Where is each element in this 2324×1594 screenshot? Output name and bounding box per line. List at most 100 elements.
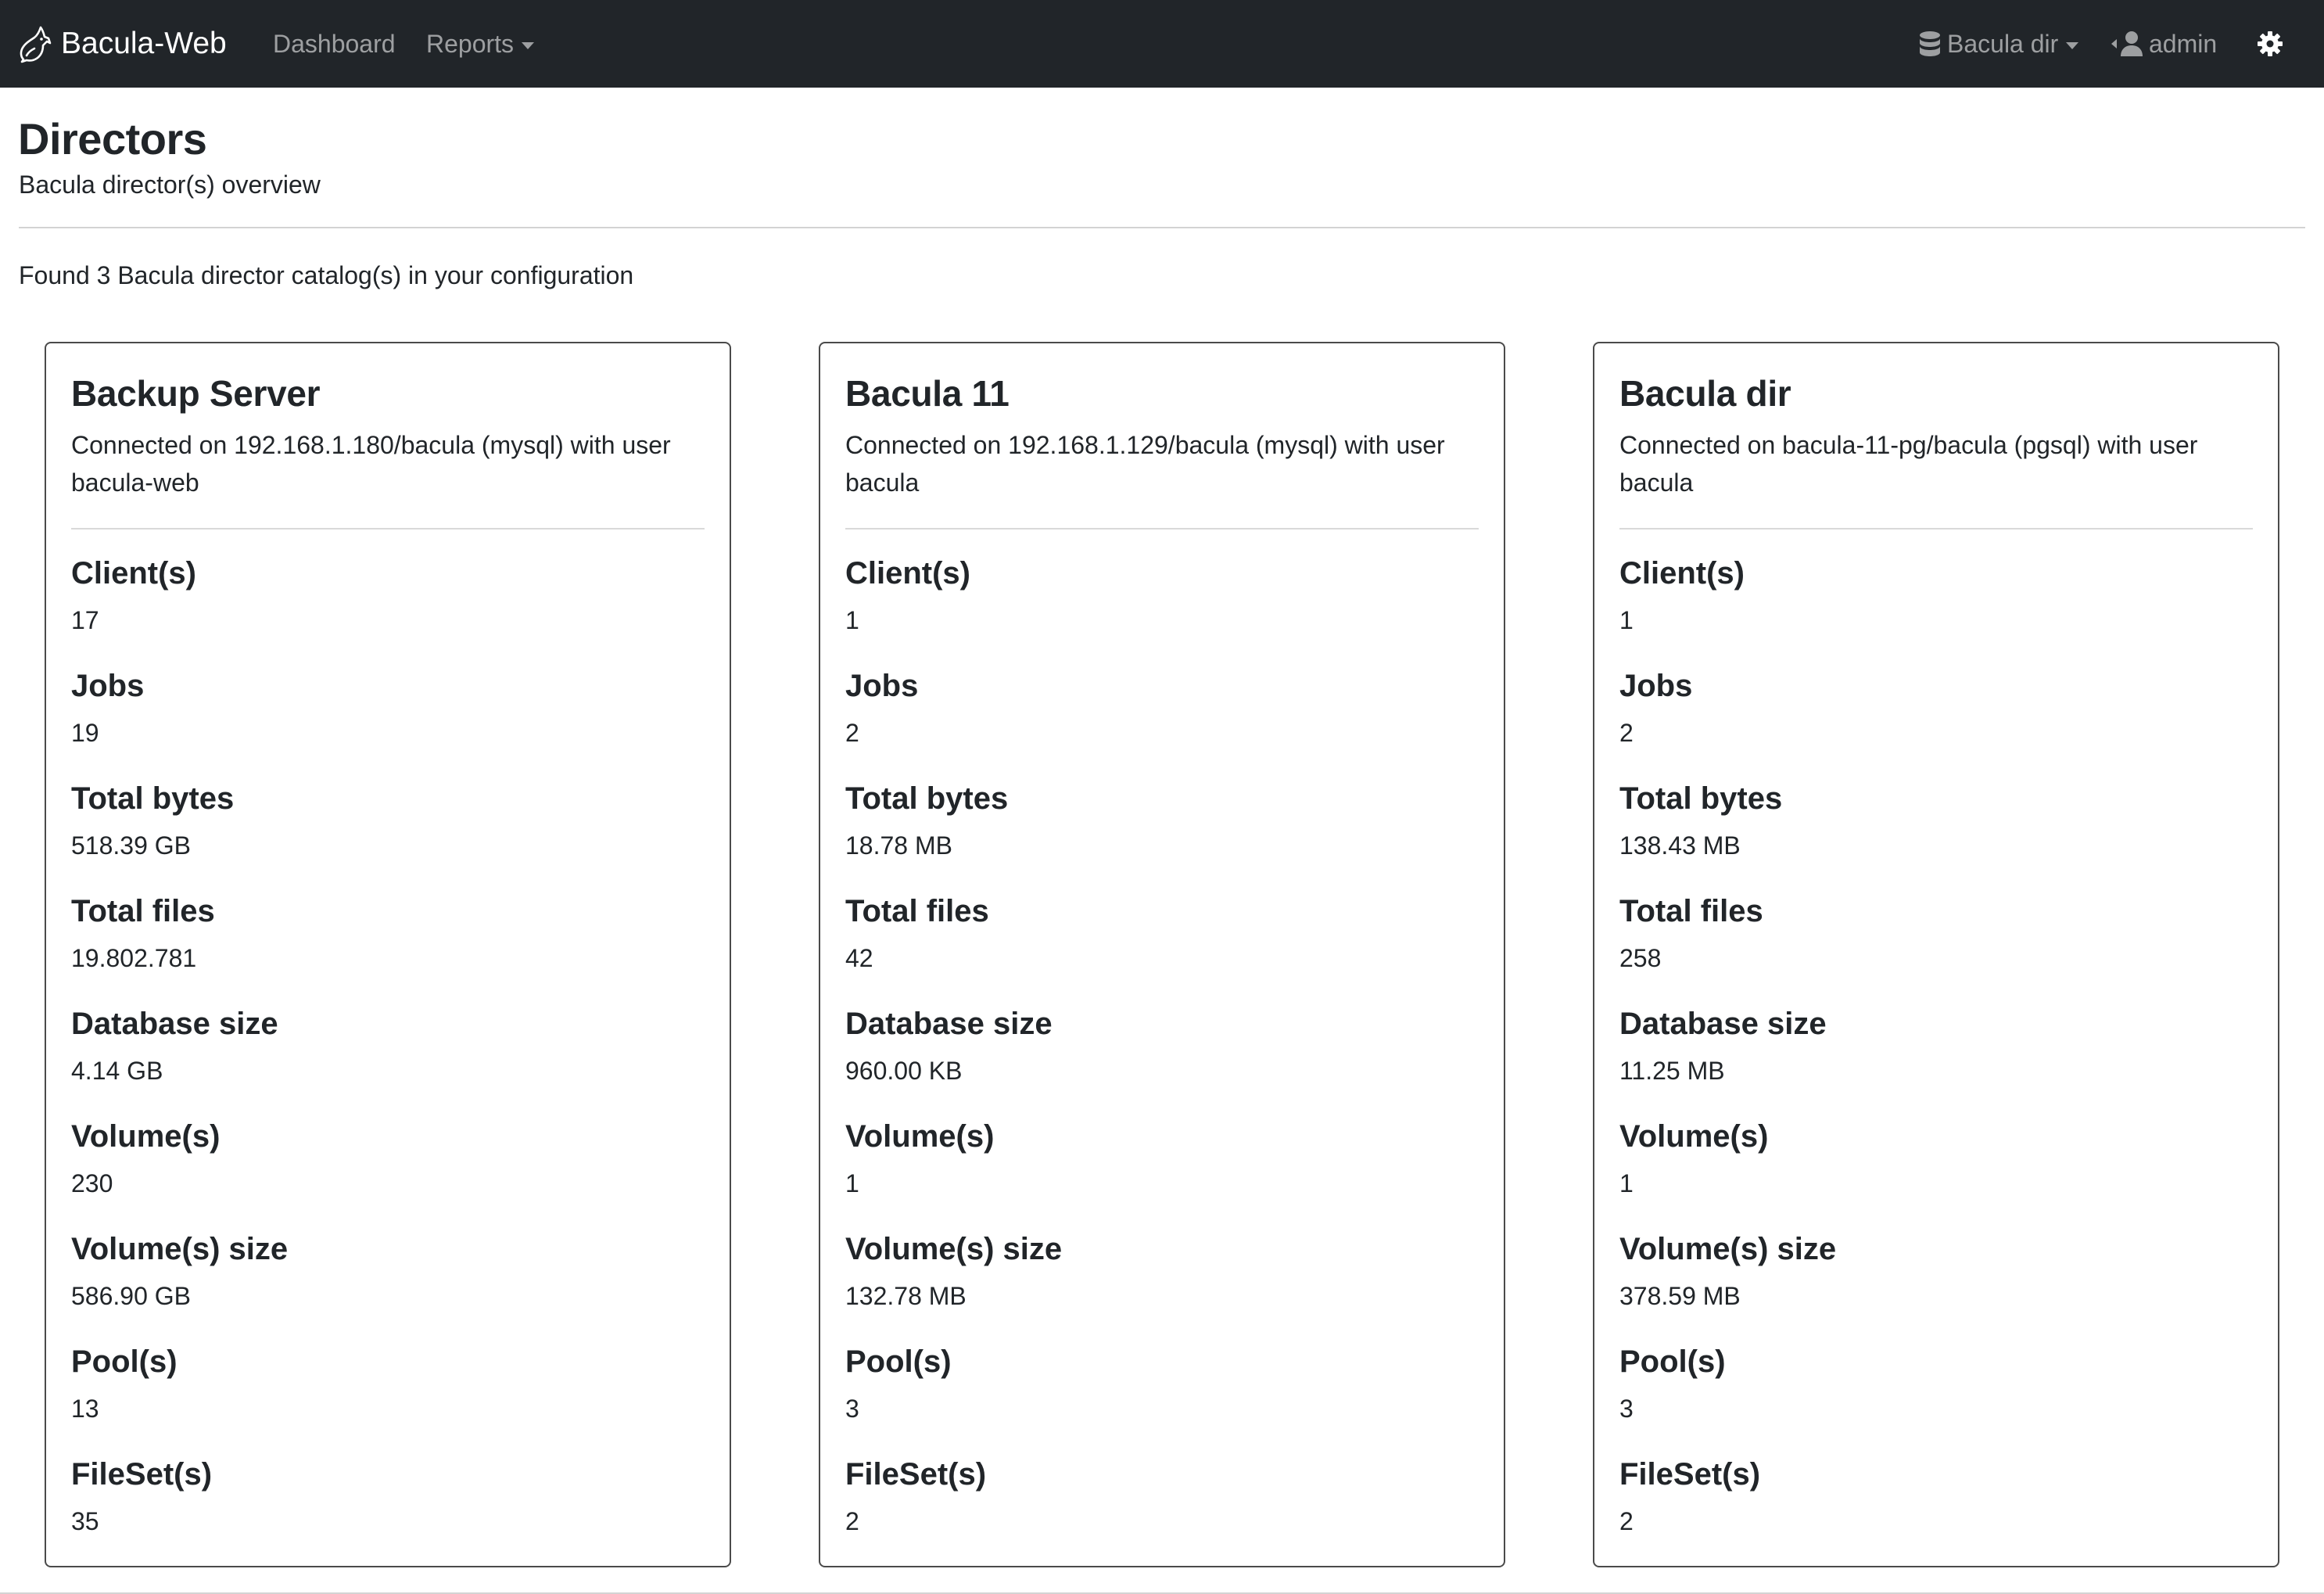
header-divider <box>19 227 2305 228</box>
stat-label: FileSet(s) <box>1619 1457 1761 1492</box>
stat-value: 2 <box>845 719 859 747</box>
card-divider <box>71 528 705 530</box>
stat-total-bytes: Total bytes 518.39 GB <box>71 778 705 891</box>
stat-volumes: Volume(s) 230 <box>71 1116 705 1229</box>
card-divider <box>845 528 1479 530</box>
settings-button[interactable] <box>2257 0 2290 88</box>
brand-link[interactable]: Bacula-Web <box>17 0 227 88</box>
stat-label: Jobs <box>1619 669 1693 703</box>
stat-label: FileSet(s) <box>845 1457 987 1492</box>
stat-label: Pool(s) <box>1619 1344 1726 1379</box>
stat-label: Client(s) <box>1619 556 1745 591</box>
stat-label: Total files <box>845 894 989 928</box>
director-card-bacula-dir: Bacula dir Connected on bacula-11-pg/bac… <box>1593 342 2279 1567</box>
user-menu-dropdown[interactable]: admin <box>2111 0 2217 88</box>
stat-label: Volume(s) <box>1619 1119 1769 1154</box>
card-divider <box>1619 528 2253 530</box>
stat-filesets: FileSet(s) 2 <box>1619 1454 2253 1567</box>
stat-filesets: FileSet(s) 2 <box>845 1454 1479 1567</box>
stat-total-files: Total files 42 <box>845 891 1479 1003</box>
director-name: Bacula 11 <box>845 373 1010 414</box>
catalog-selector-dropdown[interactable]: Bacula dir <box>1919 0 2079 88</box>
director-card-bacula-11: Bacula 11 Connected on 192.168.1.129/bac… <box>819 342 1505 1567</box>
stat-value: 18.78 MB <box>845 831 952 860</box>
stat-label: Volume(s) <box>845 1119 995 1154</box>
stat-value: 35 <box>71 1507 99 1535</box>
stat-label: Total bytes <box>1619 781 1783 816</box>
stat-value: 2 <box>1619 1507 1634 1535</box>
stat-label: Volume(s) size <box>71 1232 289 1266</box>
stat-value: 42 <box>845 944 873 972</box>
director-card-backup-server: Backup Server Connected on 192.168.1.180… <box>45 342 731 1567</box>
stat-total-bytes: Total bytes 138.43 MB <box>1619 778 2253 891</box>
brand-name: Bacula-Web <box>61 27 227 60</box>
chevron-down-icon <box>2066 41 2079 49</box>
stat-database-size: Database size 11.25 MB <box>1619 1003 2253 1116</box>
stat-label: Volume(s) <box>71 1119 221 1154</box>
stat-label: Total bytes <box>845 781 1009 816</box>
stat-volumes-size: Volume(s) size 378.59 MB <box>1619 1229 2253 1341</box>
page-title: Directors <box>18 114 207 163</box>
stat-label: Database size <box>845 1007 1053 1041</box>
stat-label: FileSet(s) <box>71 1457 213 1492</box>
stat-value: 230 <box>71 1169 113 1197</box>
chevron-left-icon <box>2111 39 2117 48</box>
stat-volumes-size: Volume(s) size 586.90 GB <box>71 1229 705 1341</box>
user-menu-label: admin <box>2149 29 2218 58</box>
stat-label: Total files <box>71 894 215 928</box>
stat-pools: Pool(s) 3 <box>1619 1341 2253 1454</box>
stat-value: 258 <box>1619 944 1662 972</box>
stat-label: Database size <box>71 1007 278 1041</box>
database-icon <box>1920 31 1940 56</box>
stat-value: 2 <box>1619 719 1634 747</box>
stat-label: Jobs <box>71 669 145 703</box>
gear-icon <box>2258 31 2283 56</box>
stat-value: 1 <box>1619 606 1634 634</box>
director-name: Backup Server <box>71 373 321 414</box>
stat-label: Client(s) <box>845 556 970 591</box>
stat-total-files: Total files 258 <box>1619 891 2253 1003</box>
stat-clients: Client(s) 1 <box>1619 553 2253 666</box>
stat-value: 19 <box>71 719 99 747</box>
stat-label: Jobs <box>845 669 919 703</box>
stat-database-size: Database size 4.14 GB <box>71 1003 705 1116</box>
stat-label: Total bytes <box>71 781 235 816</box>
stat-value: 13 <box>71 1395 99 1423</box>
stat-clients: Client(s) 1 <box>845 553 1479 666</box>
user-icon <box>2121 31 2143 56</box>
stat-pools: Pool(s) 3 <box>845 1341 1479 1454</box>
stat-value: 3 <box>845 1395 859 1423</box>
bacula-logo-icon <box>20 26 52 63</box>
stat-value: 586.90 GB <box>71 1282 191 1310</box>
stat-jobs: Jobs 2 <box>845 666 1479 778</box>
stat-value: 1 <box>845 606 859 634</box>
director-connection: Connected on bacula-11-pg/bacula (pgsql)… <box>1619 431 2198 497</box>
nav-dashboard[interactable]: Dashboard <box>273 0 396 88</box>
stat-total-bytes: Total bytes 18.78 MB <box>845 778 1479 891</box>
stat-value: 3 <box>1619 1395 1634 1423</box>
page-subtitle: Bacula director(s) overview <box>19 171 321 199</box>
director-connection: Connected on 192.168.1.129/bacula (mysql… <box>845 431 1445 497</box>
stat-label: Pool(s) <box>71 1344 178 1379</box>
catalog-selector-label: Bacula dir <box>1947 29 2059 58</box>
director-connection: Connected on 192.168.1.180/bacula (mysql… <box>71 431 671 497</box>
stat-volumes-size: Volume(s) size 132.78 MB <box>845 1229 1479 1341</box>
stat-value: 1 <box>1619 1169 1634 1197</box>
stat-jobs: Jobs 19 <box>71 666 705 778</box>
catalog-count-text: Found 3 Bacula director catalog(s) in yo… <box>19 261 634 289</box>
stat-value: 19.802.781 <box>71 944 197 972</box>
stat-value: 1 <box>845 1169 859 1197</box>
stat-filesets: FileSet(s) 35 <box>71 1454 705 1567</box>
stat-label: Volume(s) size <box>1619 1232 1837 1266</box>
stat-volumes: Volume(s) 1 <box>845 1116 1479 1229</box>
director-stats: Client(s) 1 Jobs 2 Total bytes 138.43 MB… <box>1619 553 2253 1567</box>
stat-database-size: Database size 960.00 KB <box>845 1003 1479 1116</box>
director-stats: Client(s) 17 Jobs 19 Total bytes 518.39 … <box>71 553 705 1567</box>
stat-value: 132.78 MB <box>845 1282 967 1310</box>
stat-label: Database size <box>1619 1007 1827 1041</box>
stat-value: 17 <box>71 606 99 634</box>
navbar: Bacula-Web Dashboard Reports Bacula dir … <box>0 0 2324 88</box>
stat-jobs: Jobs 2 <box>1619 666 2253 778</box>
nav-reports-dropdown[interactable]: Reports <box>426 0 535 88</box>
stat-value: 11.25 MB <box>1619 1057 1725 1085</box>
